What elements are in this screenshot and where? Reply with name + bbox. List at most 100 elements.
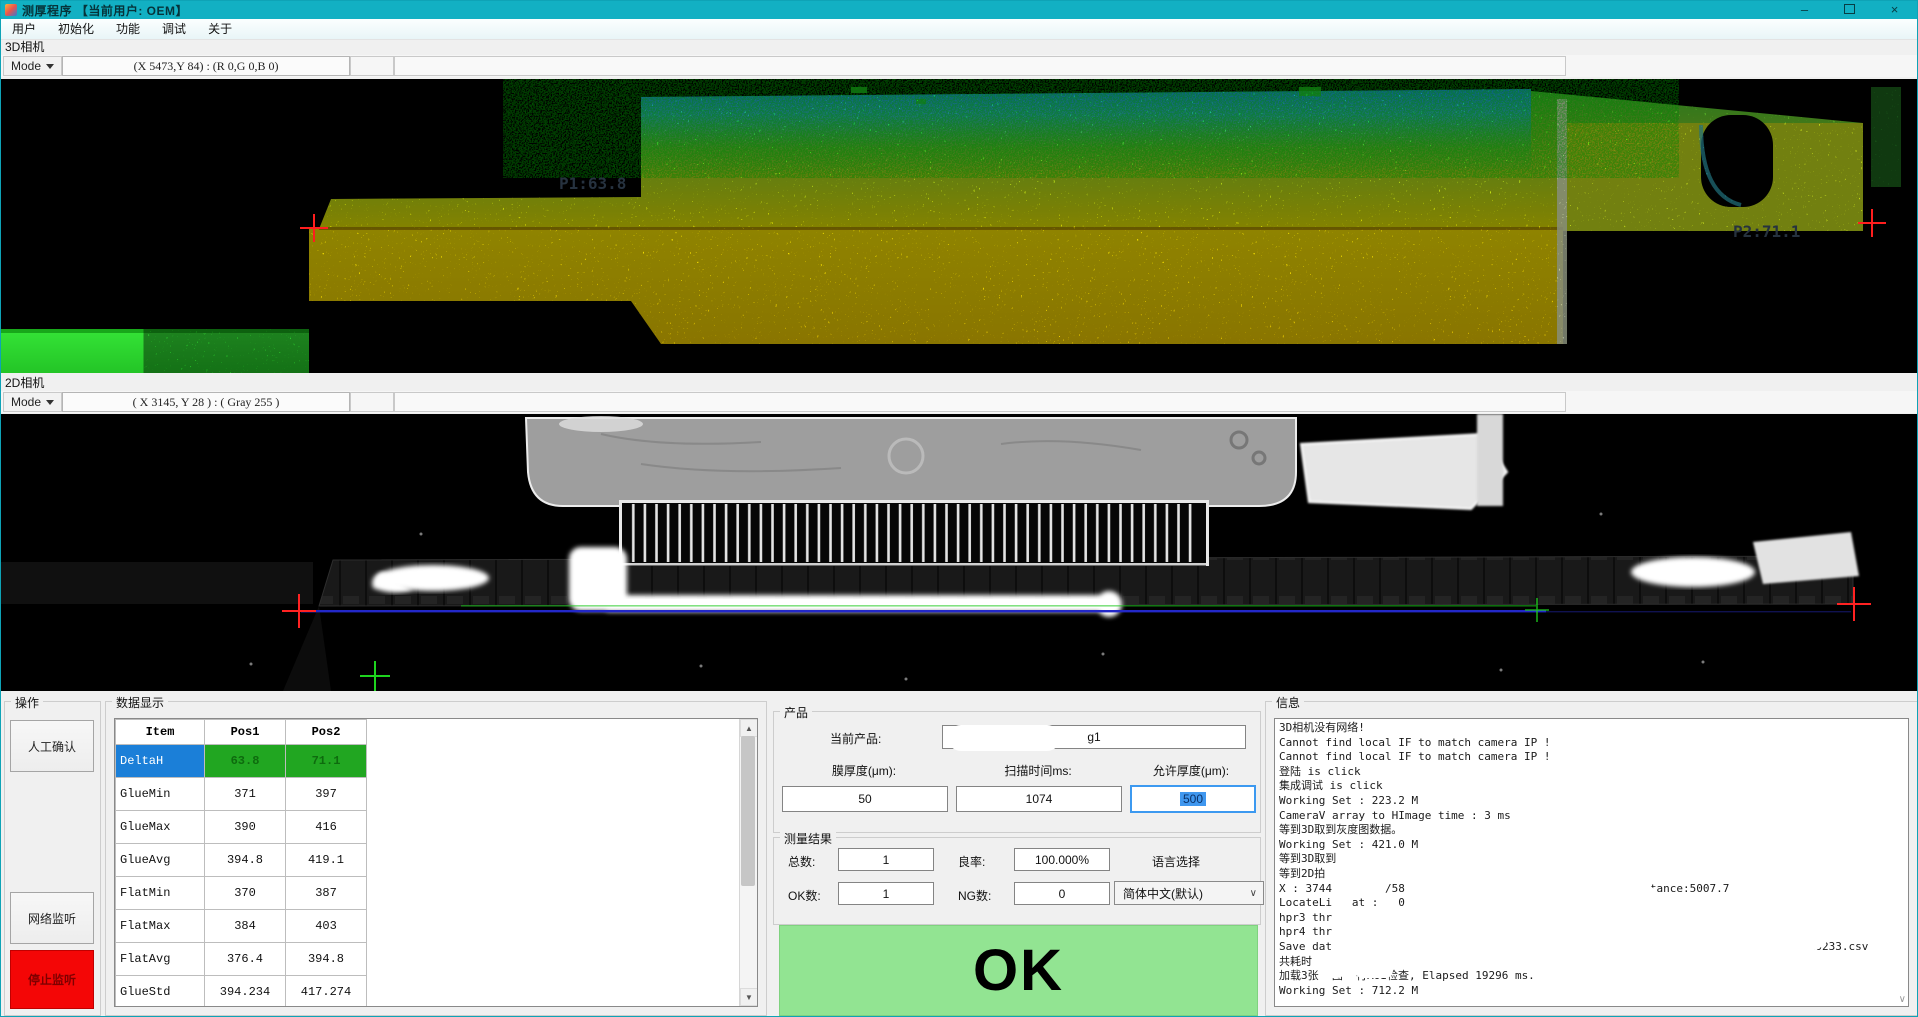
scroll-down-icon[interactable]: ∨ [1899,994,1906,1005]
table-row[interactable]: FlatAvg376.4394.8 [116,943,367,976]
table-cell: FlatMin [116,877,205,910]
table-row[interactable]: DeltaH63.871.1 [116,745,367,778]
network-listen-button[interactable]: 网络监听 [10,892,94,944]
redaction-blob [948,725,1060,751]
table-row[interactable]: GlueAvg394.8419.1 [116,844,367,877]
menu-item-0[interactable]: 用户 [1,19,47,39]
toolbar-separator [350,56,394,76]
table-cell: 390 [205,811,286,844]
scroll-up-icon[interactable]: ▲ [740,719,758,737]
menu-item-1[interactable]: 初始化 [47,19,105,39]
table-cell: 370 [205,877,286,910]
scan-time-label: 扫描时间ms: [956,762,1120,779]
table-cell: 387 [286,877,367,910]
title-bar[interactable]: 测厚程序 【当前用户: OEM】 – × [1,1,1917,19]
log-line: Cannot find local IF to match camera IP … [1279,736,1904,751]
manual-confirm-button[interactable]: 人工确认 [10,720,94,772]
p2-measurement-label: P2:71.1 [1733,222,1800,241]
table-cell: GlueMin [116,778,205,811]
language-label: 语言选择 [1152,853,1200,870]
camera2d-mode-button[interactable]: Mode [3,392,62,412]
current-product-label: 当前产品: [830,730,881,747]
table-row[interactable]: FlatMax384403 [116,910,367,943]
log-line: 登陆 is click [1279,765,1904,780]
scroll-down-icon[interactable]: ▼ [740,988,758,1006]
allowed-thickness-input[interactable]: 500 [1130,785,1256,813]
table-cell: GlueStd [116,976,205,1008]
table-cell: GlueAvg [116,844,205,877]
maximize-icon [1844,4,1855,14]
table-row[interactable]: FlatMin370387 [116,877,367,910]
camera2d-pixel-status: ( X 3145, Y 28 ) : ( Gray 255 ) [62,392,350,412]
camera2d-view[interactable] [1,414,1917,691]
toolbar-separator [350,392,394,412]
app-window: 测厚程序 【当前用户: OEM】 – × 用户初始化功能调试关于 3D相机 Mo… [0,0,1918,1017]
window-title: 测厚程序 【当前用户: OEM】 [22,2,188,19]
selected-text: 500 [1180,792,1206,806]
table-cell: 397 [286,778,367,811]
menu-item-3[interactable]: 调试 [151,19,197,39]
camera3d-mode-label: Mode [11,59,41,73]
table-cell: 403 [286,910,367,943]
ng-count-input[interactable]: 0 [1014,882,1110,905]
table-scrollbar[interactable]: ▲ ▼ [739,719,757,1006]
yield-input[interactable]: 100.000% [1014,848,1110,871]
menu-item-2[interactable]: 功能 [105,19,151,39]
heightmap-image: P1:63.8 P2:71.1 [1,79,1917,373]
scrollbar-thumb[interactable] [741,736,755,886]
operations-panel: 操作 人工确认 网络监听 停止监听 [4,701,101,1016]
log-line: CameraV array to HImage time : 3 ms [1279,809,1904,824]
table-cell: DeltaH [116,745,205,778]
chevron-down-icon [46,400,54,405]
results-title: 测量结果 [780,830,836,847]
table-row[interactable]: GlueMin371397 [116,778,367,811]
grayscale-image [1,414,1917,691]
yield-label: 良率: [958,853,985,870]
ok-count-input[interactable]: 1 [838,882,934,905]
table-cell: 71.1 [286,745,367,778]
data-display-panel: 数据显示 ItemPos1Pos2 DeltaH63.871.1GlueMin3… [105,701,767,1016]
toolbar-spacer [394,392,1566,412]
table-column-header: Item [116,720,205,745]
table-column-header: Pos1 [205,720,286,745]
camera3d-view[interactable]: P1:63.8 P2:71.1 [1,79,1917,373]
film-thickness-label: 膜厚度(μm): [782,762,946,779]
table-cell: 63.8 [205,745,286,778]
table-cell: 419.1 [286,844,367,877]
camera3d-pixel-status: (X 5473,Y 84) : (R 0,G 0,B 0) [62,56,350,76]
scan-time-input[interactable]: 1074 [956,786,1122,812]
language-select-value: 简体中文(默认) [1123,885,1203,902]
info-title: 信息 [1272,694,1304,711]
log-line: 等到3D取到灰度图数据。 [1279,823,1904,838]
table-cell: 376.4 [205,943,286,976]
stop-listen-button[interactable]: 停止监听 [10,950,94,1009]
data-display-title: 数据显示 [112,694,168,711]
camera2d-label: 2D相机 [5,375,44,391]
redaction-blob [1319,963,1345,978]
maximize-button[interactable] [1827,1,1872,19]
close-button[interactable]: × [1872,1,1917,19]
table-cell: 416 [286,811,367,844]
app-icon [5,4,17,16]
ok-count-label: OK数: [788,887,821,904]
ng-count-label: NG数: [958,887,991,904]
table-row[interactable]: GlueStd394.234417.274 [116,976,367,1008]
minimize-button[interactable]: – [1782,1,1827,19]
camera3d-mode-button[interactable]: Mode [3,56,62,76]
log-line: 集成调试 is click [1279,779,1904,794]
p1-measurement-label: P1:63.8 [559,174,626,193]
table-cell: 394.8 [205,844,286,877]
film-thickness-input[interactable]: 50 [782,786,948,812]
total-input[interactable]: 1 [838,848,934,871]
table-cell: 371 [205,778,286,811]
table-row[interactable]: GlueMax390416 [116,811,367,844]
results-panel: 测量结果 总数: 1 良率: 100.000% 语言选择 OK数: 1 NG数:… [773,837,1261,925]
language-select[interactable]: 简体中文(默认) ∨ [1114,881,1264,905]
camera2d-mode-label: Mode [11,395,41,409]
log-line: Working Set : 223.2 M [1279,794,1904,809]
menu-item-4[interactable]: 关于 [197,19,243,39]
camera3d-label: 3D相机 [5,39,44,55]
camera3d-toolbar: Mode (X 5473,Y 84) : (R 0,G 0,B 0) [1,55,1917,77]
log-line: 3D相机没有网络! [1279,721,1904,736]
log-line: Working Set : 712.2 M [1279,984,1904,999]
